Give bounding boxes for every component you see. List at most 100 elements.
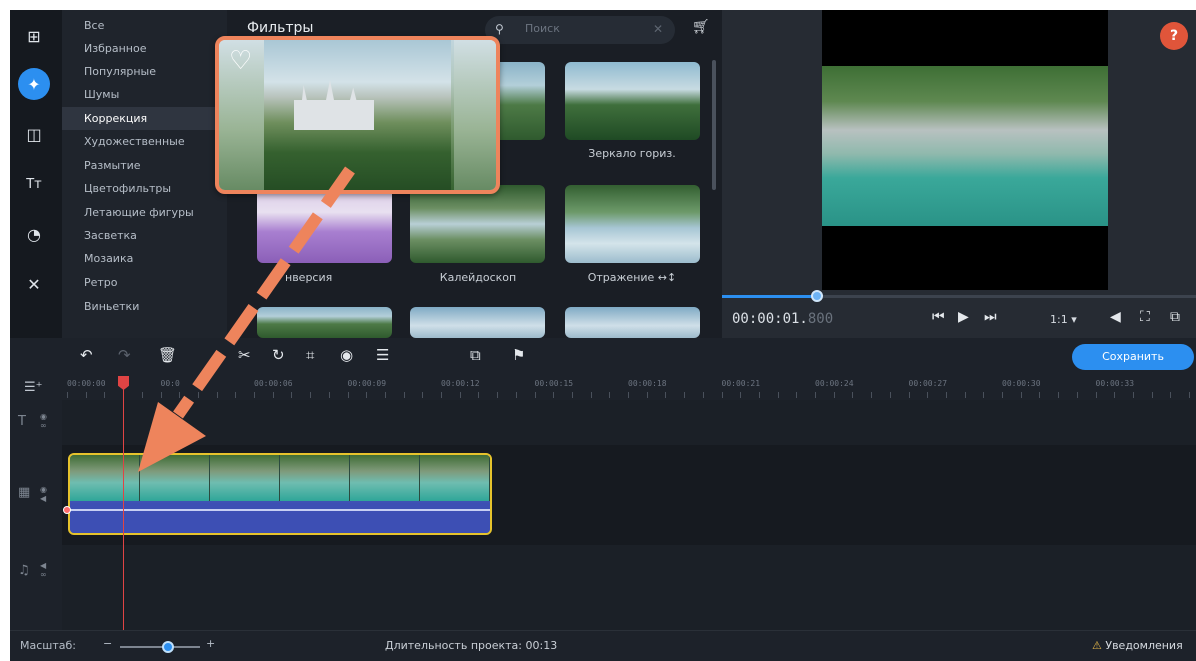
category-item[interactable]: Виньетки xyxy=(62,295,227,318)
filter-thumb[interactable] xyxy=(565,185,700,263)
category-item[interactable]: Засветка xyxy=(62,224,227,247)
properties-icon[interactable]: ☰ xyxy=(376,346,389,364)
ruler-tick xyxy=(983,392,985,398)
stickers-icon[interactable]: ◔ xyxy=(18,218,50,250)
category-item[interactable]: Популярные xyxy=(62,60,227,83)
timeline-toolbar: ↶ ↷ 🗑︎ ✂ ↻ ⌗ ◉ ☰ ⧉ ⚑ Сохранить xyxy=(10,338,1196,376)
category-item[interactable]: Шумы xyxy=(62,83,227,106)
titles-icon[interactable]: Tт xyxy=(18,168,50,200)
ruler-label: 00:0 xyxy=(160,379,180,388)
favorite-heart-icon[interactable]: ♡ xyxy=(229,46,252,76)
color-adjust-icon[interactable]: ◉ xyxy=(340,346,353,364)
fullscreen-icon[interactable]: ⛶ xyxy=(1140,309,1150,325)
text-track[interactable] xyxy=(62,400,1196,445)
ruler-tick xyxy=(665,392,667,398)
filter-label: Калейдоскоп xyxy=(439,271,517,284)
card-blur-right xyxy=(451,40,496,190)
filters-scrollbar[interactable] xyxy=(712,60,716,190)
ruler-tick xyxy=(646,392,648,398)
search-input[interactable] xyxy=(525,22,635,35)
filter-categories: Все Избранное Популярные Шумы Коррекция … xyxy=(62,10,227,338)
ruler-tick xyxy=(310,392,312,398)
category-item[interactable]: Летающие фигуры xyxy=(62,201,227,224)
ruler-tick xyxy=(833,392,835,398)
ruler-tick xyxy=(684,392,686,398)
ruler-tick xyxy=(216,392,218,398)
category-item[interactable]: Цветофильтры xyxy=(62,177,227,200)
crop-icon[interactable]: ⌗ xyxy=(306,346,314,364)
zoom-slider[interactable] xyxy=(120,646,200,648)
dragged-filter-card[interactable]: ♡ xyxy=(215,36,500,194)
filter-thumb[interactable] xyxy=(565,62,700,140)
progress-knob[interactable] xyxy=(810,290,823,302)
clip-volume-line[interactable] xyxy=(70,509,490,511)
ruler-label: 00:00:18 xyxy=(628,379,667,388)
clear-icon[interactable]: ✕ xyxy=(653,22,663,36)
zoom-in-icon[interactable]: + xyxy=(206,637,215,650)
mute-icon[interactable]: ◀︎ ∞ xyxy=(40,561,47,579)
music-icon: ♫ xyxy=(18,563,30,578)
tools-icon[interactable]: ✕ xyxy=(18,268,50,300)
prev-frame-icon[interactable]: ⏮ xyxy=(932,309,945,325)
ruler-tick xyxy=(702,392,704,398)
category-item[interactable]: Художественные xyxy=(62,130,227,153)
filter-thumb[interactable] xyxy=(410,307,545,338)
ruler-tick xyxy=(964,392,966,398)
video-preview xyxy=(822,66,1108,226)
ruler-tick xyxy=(1170,392,1172,398)
transitions-icon[interactable]: ◫ xyxy=(18,118,50,150)
visibility-icon[interactable]: ◉ ∞ xyxy=(40,412,47,430)
playhead-line xyxy=(123,376,124,630)
cut-icon[interactable]: ✂ xyxy=(238,346,251,364)
notifications-button[interactable]: ⚠ Уведомления xyxy=(1092,639,1183,652)
filter-thumb[interactable] xyxy=(257,307,392,338)
ruler-tick xyxy=(777,392,779,398)
timeline-ruler[interactable]: 00:00:00 00:0 00:00:06 00:00:09 00:00:12 00:0… xyxy=(62,376,1196,400)
ruler-tick xyxy=(459,392,461,398)
aspect-ratio-select[interactable]: 1:1 ▾ xyxy=(1050,313,1077,326)
redo-icon[interactable]: ↷ xyxy=(118,346,131,364)
search-box[interactable]: ⚲ ✕ xyxy=(485,16,675,44)
delete-icon[interactable]: 🗑︎ xyxy=(158,346,177,364)
progress-fill xyxy=(722,295,817,298)
volume-icon[interactable]: ◀︎ xyxy=(1110,309,1121,325)
cart-icon[interactable]: 🛒︎ xyxy=(692,19,710,35)
ruler-tick xyxy=(515,392,517,398)
add-track-icon[interactable]: ☰⁺ xyxy=(24,380,43,395)
audio-track-header: ♫ ◀︎ ∞ xyxy=(10,545,62,630)
category-item[interactable]: Размытие xyxy=(62,154,227,177)
ruler-tick xyxy=(908,392,910,398)
ruler-tick xyxy=(254,392,255,398)
external-window-icon[interactable]: ⧉ xyxy=(1170,309,1180,325)
filter-thumb[interactable] xyxy=(565,307,700,338)
ruler-tick xyxy=(534,392,536,398)
category-item[interactable]: Избранное xyxy=(62,37,227,60)
visibility-icon[interactable]: ◉ ◀︎ xyxy=(40,485,47,503)
clip-audio-waveform xyxy=(70,503,490,533)
save-button[interactable]: Сохранить xyxy=(1072,344,1194,370)
ruler-tick xyxy=(497,392,499,398)
category-item-selected[interactable]: Коррекция xyxy=(62,107,227,130)
audio-track[interactable] xyxy=(62,545,1196,630)
rotate-icon[interactable]: ↻ xyxy=(272,346,285,364)
zoom-out-icon[interactable]: − xyxy=(103,637,112,650)
ruler-label: 00:00:09 xyxy=(347,379,387,388)
play-icon[interactable]: ▶ xyxy=(958,309,969,325)
next-frame-icon[interactable]: ⏭ xyxy=(984,309,997,325)
volume-keyframe[interactable] xyxy=(63,506,71,514)
category-item[interactable]: Все xyxy=(62,14,227,37)
import-icon[interactable]: ⊞ xyxy=(18,20,50,52)
video-clip[interactable] xyxy=(68,453,492,535)
filter-thumb[interactable] xyxy=(410,185,545,263)
magic-wand-icon[interactable]: ✦ xyxy=(18,68,50,100)
undo-icon[interactable]: ↶ xyxy=(80,346,93,364)
ruler-tick xyxy=(197,392,199,398)
marker-icon[interactable]: ⚑ xyxy=(512,346,525,364)
category-item[interactable]: Мозаика xyxy=(62,247,227,270)
pip-icon[interactable]: ⧉ xyxy=(470,346,481,364)
ruler-tick xyxy=(1058,392,1060,398)
category-item[interactable]: Ретро xyxy=(62,271,227,294)
filter-thumb[interactable] xyxy=(257,185,392,263)
help-button[interactable]: ? xyxy=(1160,22,1188,50)
zoom-knob[interactable] xyxy=(162,641,174,653)
